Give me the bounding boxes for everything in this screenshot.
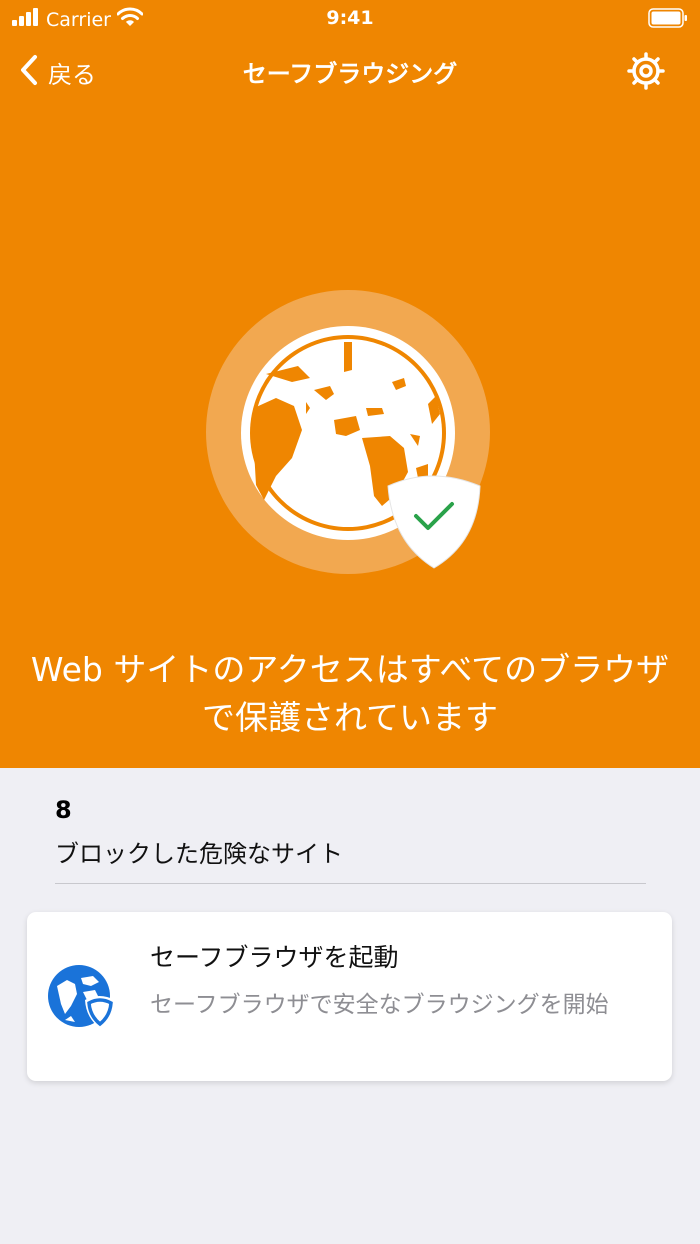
blocked-label: ブロックした危険なサイト <box>55 840 343 868</box>
navigation-bar: 戻る セーフブラウジング <box>0 40 700 102</box>
page-title: セーフブラウジング <box>242 60 458 88</box>
settings-button[interactable] <box>626 51 666 95</box>
card-description: セーフブラウザで安全なブラウジングを開始 <box>150 992 609 1018</box>
divider <box>55 883 646 884</box>
status-time: 9:41 <box>326 7 374 29</box>
protection-illustration <box>206 290 496 580</box>
blocked-stats: 8 ブロックした危険なサイト <box>55 796 645 869</box>
status-bar: Carrier 9:41 <box>0 0 700 36</box>
safe-browser-icon <box>47 962 117 1036</box>
protection-status-text: Web サイトのアクセスはすべてのブラウザで保護されています <box>30 650 670 737</box>
hero-section: Carrier 9:41 戻る セーフブラウジング Web サイトのアクセスはす… <box>0 0 700 768</box>
blocked-count: 8 <box>55 796 72 824</box>
gear-icon <box>626 52 666 95</box>
launch-safe-browser-card[interactable]: セーフブラウザを起動 セーフブラウザで安全なブラウジングを開始 <box>27 912 672 1081</box>
battery-icon <box>648 8 688 33</box>
card-title: セーフブラウザを起動 <box>150 943 399 972</box>
